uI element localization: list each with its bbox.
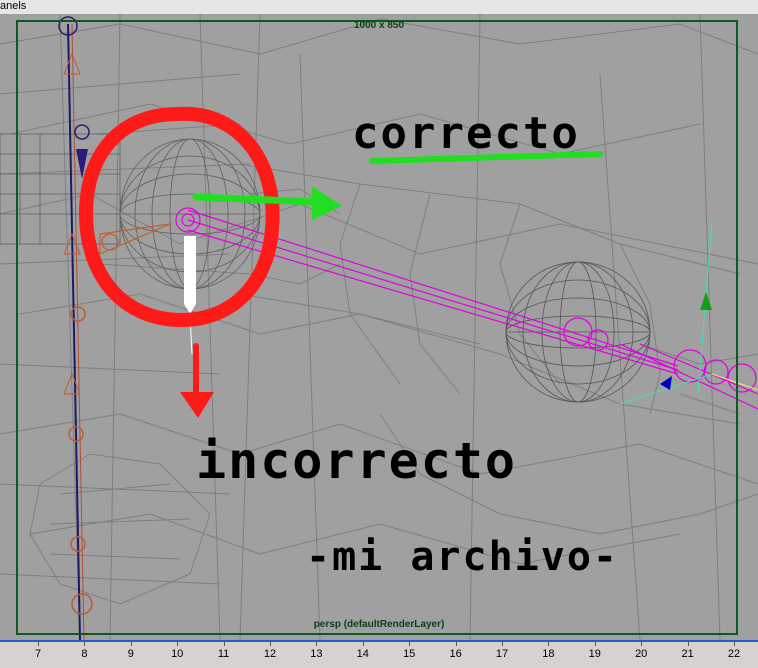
timeline-frame-label[interactable]: 10 [165,648,189,660]
timeline-frame-label[interactable]: 13 [304,648,328,660]
selected-bone-highlight [184,236,196,355]
timeline-frame-label[interactable]: 18 [536,648,560,660]
timeline-tick-mark [548,642,550,646]
timeline-frame-label[interactable]: 17 [490,648,514,660]
incorrect-annotation-text: incorrecto [196,432,518,490]
timeline-tick-mark [177,642,179,646]
camera-name-label: persp (defaultRenderLayer) [313,619,445,630]
timeline-frame-label[interactable]: 8 [72,648,96,660]
timeline-frame-label[interactable]: 20 [629,648,653,660]
time-slider[interactable]: 7 8 9 10 11 12 13 14 15 16 17 18 19 20 21 22 [0,640,758,668]
timeline-tick-mark [270,642,271,646]
timeline-tick-mark [734,642,735,646]
timeline-tick-mark [502,642,503,646]
timeline-tick-mark [687,642,689,646]
timeline-frame-label[interactable]: 7 [26,648,50,660]
timeline-tick-mark [641,642,643,646]
timeline-frame-label[interactable]: 14 [351,648,375,660]
timeline-tick-mark [130,642,132,646]
resolution-gate-label: 1000 x 850 [353,20,405,31]
correct-annotation-text: correcto [352,108,580,159]
persp-viewport[interactable]: 1000 x 850 persp (defaultRenderLayer) co… [0,14,758,640]
timeline-frame-label[interactable]: 21 [676,648,700,660]
timeline-tick-mark [409,642,411,646]
timeline-tick-mark [594,642,596,646]
timeline-tick-mark [223,642,225,646]
panels-menu-bar[interactable]: anels [0,0,758,15]
timeline-frame-label[interactable]: 11 [212,648,236,660]
timeline-frame-label[interactable]: 19 [583,648,607,660]
spine-joint-chain[interactable] [58,16,93,640]
timeline-frame-label[interactable]: 16 [444,648,468,660]
timeline-tick-mark [455,642,457,646]
file-note-annotation-text: -mi archivo- [306,534,619,580]
timeline-frame-label[interactable]: 15 [397,648,421,660]
panels-menu-label[interactable]: anels [0,0,26,12]
timeline-frame-label[interactable]: 9 [119,648,143,660]
red-arrow-annotation [180,343,214,418]
timeline-tick-mark [38,642,39,646]
timeline-tick-mark [84,642,86,646]
timeline-frame-label[interactable]: 12 [258,648,282,660]
timeline-frame-label[interactable]: 22 [722,648,746,660]
timeline-tick-mark [316,642,318,646]
timeline-tick-mark [362,642,364,646]
elbow-mesh-sphere [505,261,651,403]
